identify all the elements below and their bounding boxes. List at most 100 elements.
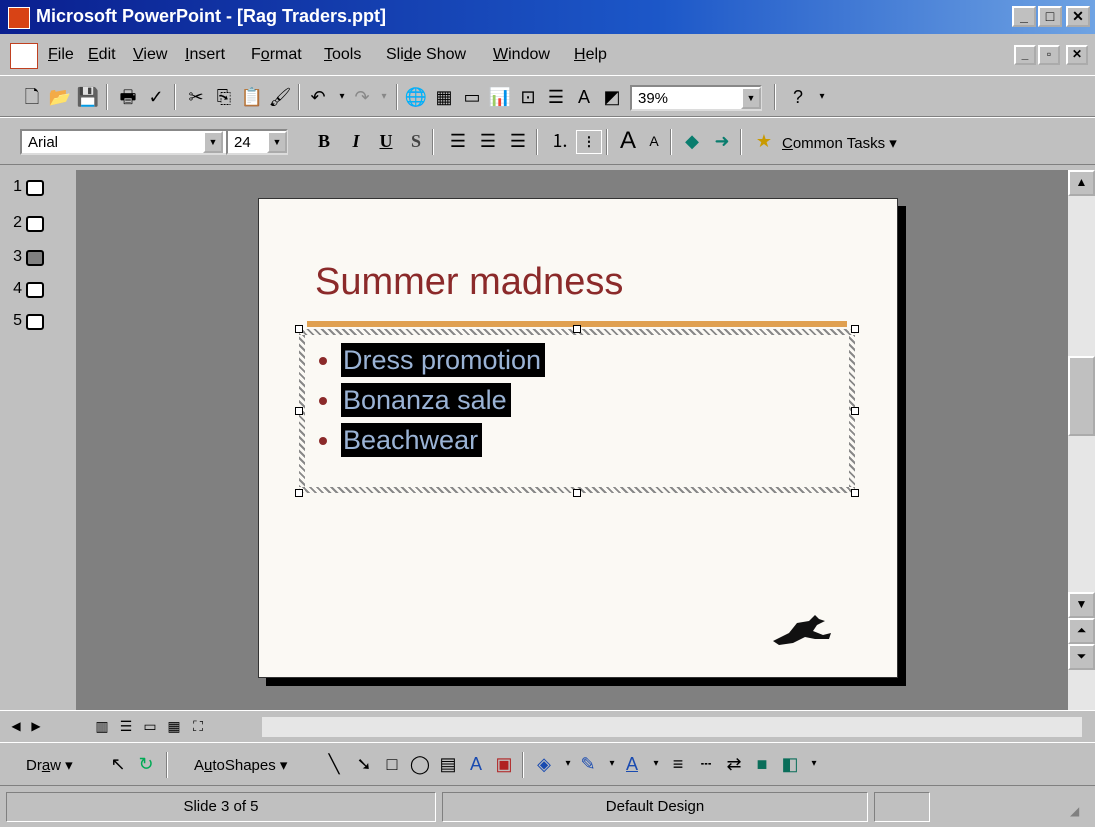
grayscale-preview-icon[interactable]: ◩ [600,86,624,108]
outline-view-icon[interactable]: ☰ [114,715,138,737]
insert-table-icon[interactable]: ▦ [432,86,456,108]
dash-style-icon[interactable]: ┄ [694,753,718,775]
copy-icon[interactable]: ⎘ [212,86,236,108]
redo-dropdown-icon[interactable]: ▾ [372,86,396,108]
tables-borders-icon[interactable]: ▭ [460,86,484,108]
resize-handle[interactable] [573,489,581,497]
resize-handle[interactable] [851,407,859,415]
menu-help[interactable]: Help [574,46,607,64]
resize-handle[interactable] [295,407,303,415]
3d-icon[interactable]: ◧ [778,753,802,775]
save-icon[interactable]: 💾 [76,86,100,108]
menu-slide-show[interactable]: Slide Show [386,46,466,64]
print-icon[interactable]: 🖶 [116,86,140,108]
scroll-thumb[interactable] [1068,356,1095,436]
underline-button[interactable]: U [374,130,398,152]
bullet-text[interactable]: Beachwear [341,423,483,457]
resize-handle[interactable] [295,325,303,333]
redo-icon[interactable]: ↷ [350,86,374,108]
powerpoint-app-icon[interactable] [8,7,30,29]
demote-icon[interactable]: ➜ [710,130,734,152]
wordart-icon[interactable]: A [464,753,488,775]
text-box-icon[interactable]: ▤ [436,753,460,775]
align-center-icon[interactable]: ☰ [476,130,500,152]
bullet-text[interactable]: Dress promotion [341,343,546,377]
insert-chart-icon[interactable]: 📊 [488,86,512,108]
clip-art-icon[interactable]: ▣ [492,753,516,775]
next-slide-button[interactable]: ⏷ [1068,644,1095,670]
arrow-icon[interactable]: ➘ [352,753,376,775]
line-style-icon[interactable]: ≡ [666,753,690,775]
more-buttons-icon[interactable]: ▾ [802,753,826,775]
menu-insert[interactable]: Insert [185,46,225,64]
bullet-text[interactable]: Bonanza sale [341,383,511,417]
common-tasks-icon[interactable]: ★ [752,130,776,152]
insert-hyperlink-icon[interactable]: 🌐 [404,86,428,108]
spelling-icon[interactable]: ✓ [144,86,168,108]
slide-icon[interactable] [26,282,44,298]
slide-title[interactable]: Summer madness [315,261,623,304]
numbering-icon[interactable]: ⒈ [548,130,572,152]
resize-handle[interactable] [851,489,859,497]
font-dropdown-button[interactable]: ▼ [203,131,223,153]
promote-icon[interactable]: ◆ [680,130,704,152]
slide-view-icon[interactable]: ▭ [138,715,162,737]
align-left-icon[interactable]: ☰ [446,130,470,152]
previous-slide-button[interactable]: ⏶ [1068,618,1095,644]
scroll-down-button[interactable]: ▼ [1068,592,1095,618]
maximize-button[interactable]: □ [1038,6,1062,27]
doc-minimize-button[interactable]: _ [1014,45,1036,65]
paste-icon[interactable]: 📋 [240,86,264,108]
open-icon[interactable]: 📂 [48,86,72,108]
vertical-scrollbar[interactable]: ▲ ▼ ⏶ ⏷ [1068,170,1095,710]
show-formatting-icon[interactable]: A [572,86,596,108]
shadow-icon[interactable]: ■ [750,753,774,775]
slide[interactable]: Summer madness Dress promotion Bonanza s… [258,198,898,678]
undo-icon[interactable]: ↶ [306,86,330,108]
format-painter-icon[interactable]: 🖌 [268,86,292,108]
oval-icon[interactable]: ◯ [408,753,432,775]
new-icon[interactable]: 🗋 [20,86,44,108]
doc-close-button[interactable]: ✕ [1066,45,1088,65]
increase-font-icon[interactable]: A [616,129,640,153]
expand-all-icon[interactable]: ☰ [544,86,568,108]
outline-pane[interactable]: 1 2 3 4 5 [8,170,74,710]
doc-restore-button[interactable]: ▫ [1038,45,1060,65]
common-tasks-button[interactable]: Common Tasks ▾ [782,134,897,152]
scroll-right-icon[interactable]: ▶ [24,715,48,737]
font-size-dropdown-button[interactable]: ▼ [267,131,287,153]
font-color-icon[interactable]: A [620,753,644,775]
horizontal-scrollbar[interactable] [262,717,1082,737]
select-pointer-icon[interactable]: ↖ [106,753,130,775]
slide-icon[interactable] [26,180,44,196]
decrease-font-icon[interactable]: A [642,130,666,152]
menu-window[interactable]: Window [493,46,550,64]
fill-color-icon[interactable]: ◈ [532,753,556,775]
resize-handle[interactable] [573,325,581,333]
line-icon[interactable]: ╲ [322,753,346,775]
draw-menu-button[interactable]: Draw ▾ [26,756,73,774]
menu-view[interactable]: View [133,46,167,64]
font-color-dropdown-icon[interactable]: ▾ [644,753,668,775]
title-bar[interactable]: Microsoft PowerPoint - [Rag Traders.ppt]… [0,0,1095,34]
minimize-button[interactable]: _ [1012,6,1036,27]
normal-view-icon[interactable]: ▥ [90,715,114,737]
slide-icon-selected[interactable] [26,250,44,266]
align-right-icon[interactable]: ☰ [506,130,530,152]
rectangle-icon[interactable]: □ [380,753,404,775]
menu-format[interactable]: Format [251,46,302,64]
bullets-icon[interactable]: ⁝ [576,130,602,154]
free-rotate-icon[interactable]: ↻ [134,753,158,775]
zoom-dropdown-button[interactable]: ▼ [741,87,761,109]
new-slide-icon[interactable]: ⊡ [516,86,540,108]
resize-grip-icon[interactable]: ◢ [1070,804,1079,818]
help-icon[interactable]: ? [786,86,810,108]
shadow-button[interactable]: S [404,130,428,152]
autoshapes-menu-button[interactable]: AutoShapes ▾ [194,756,287,774]
bullet-textbox[interactable]: Dress promotion Bonanza sale Beachwear [299,329,855,493]
menu-file[interactable]: File [48,46,74,64]
slide-sorter-view-icon[interactable]: ▦ [162,715,186,737]
resize-handle[interactable] [295,489,303,497]
scroll-up-button[interactable]: ▲ [1068,170,1095,196]
arrow-style-icon[interactable]: ⇄ [722,753,746,775]
